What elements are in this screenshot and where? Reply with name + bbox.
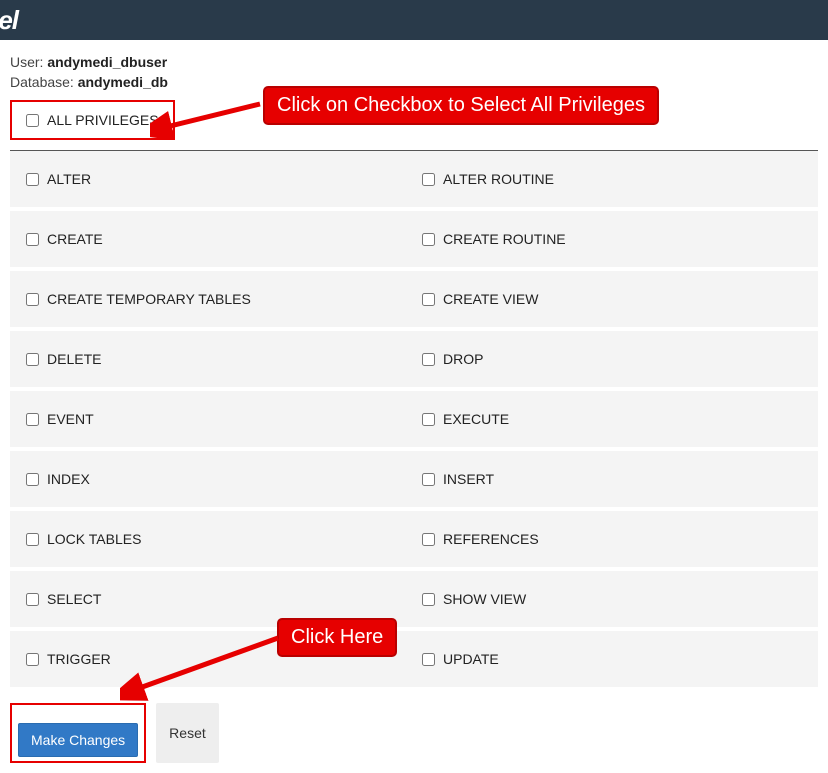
- privilege-checkbox[interactable]: [422, 173, 435, 186]
- privilege-label[interactable]: SELECT: [47, 591, 101, 607]
- make-changes-button[interactable]: Make Changes: [18, 723, 138, 757]
- privilege-checkbox[interactable]: [422, 233, 435, 246]
- privilege-row: LOCK TABLES REFERENCES: [10, 511, 818, 571]
- privilege-label[interactable]: ALTER ROUTINE: [443, 171, 554, 187]
- privilege-checkbox-row[interactable]: REFERENCES: [422, 531, 810, 547]
- privilege-checkbox-row[interactable]: CREATE VIEW: [422, 291, 810, 307]
- all-privileges-highlight: ALL PRIVILEGES: [10, 100, 175, 140]
- privilege-cell: DROP: [414, 351, 810, 367]
- privilege-cell: CREATE ROUTINE: [414, 231, 810, 247]
- content-area: User: andymedi_dbuser Database: andymedi…: [0, 40, 828, 773]
- privilege-label[interactable]: EXECUTE: [443, 411, 509, 427]
- privilege-cell: DELETE: [18, 351, 414, 367]
- privilege-cell: INDEX: [18, 471, 414, 487]
- db-label: Database:: [10, 74, 78, 90]
- privilege-checkbox[interactable]: [26, 353, 39, 366]
- privilege-checkbox[interactable]: [422, 353, 435, 366]
- privilege-checkbox[interactable]: [422, 413, 435, 426]
- privilege-cell: EXECUTE: [414, 411, 810, 427]
- make-changes-highlight: Make Changes: [10, 703, 146, 763]
- privilege-label[interactable]: TRIGGER: [47, 651, 111, 667]
- logo-fragment: anel: [0, 5, 18, 36]
- privilege-cell: ALTER: [18, 171, 414, 187]
- privilege-label[interactable]: SHOW VIEW: [443, 591, 526, 607]
- annotation-callout-2: Click Here: [277, 618, 397, 657]
- privilege-label[interactable]: ALTER: [47, 171, 91, 187]
- privilege-row: SELECT SHOW VIEW: [10, 571, 818, 631]
- privilege-label[interactable]: INSERT: [443, 471, 494, 487]
- privilege-row: INDEX INSERT: [10, 451, 818, 511]
- privilege-checkbox-row[interactable]: INSERT: [422, 471, 810, 487]
- privilege-checkbox[interactable]: [26, 293, 39, 306]
- privilege-checkbox-row[interactable]: CREATE ROUTINE: [422, 231, 810, 247]
- privilege-label[interactable]: CREATE: [47, 231, 103, 247]
- privilege-row: TRIGGER UPDATE: [10, 631, 818, 691]
- privilege-checkbox-row[interactable]: INDEX: [26, 471, 414, 487]
- privilege-checkbox[interactable]: [422, 593, 435, 606]
- privilege-checkbox[interactable]: [26, 233, 39, 246]
- annotation-callout-1: Click on Checkbox to Select All Privileg…: [263, 86, 659, 125]
- privilege-checkbox[interactable]: [26, 653, 39, 666]
- privilege-cell: UPDATE: [414, 651, 810, 667]
- privilege-label[interactable]: CREATE VIEW: [443, 291, 538, 307]
- privilege-cell: CREATE VIEW: [414, 291, 810, 307]
- privilege-checkbox[interactable]: [422, 473, 435, 486]
- privilege-cell: CREATE: [18, 231, 414, 247]
- privilege-checkbox-row[interactable]: SELECT: [26, 591, 414, 607]
- privilege-checkbox-row[interactable]: CREATE: [26, 231, 414, 247]
- privilege-checkbox[interactable]: [26, 593, 39, 606]
- privilege-label[interactable]: CREATE TEMPORARY TABLES: [47, 291, 251, 307]
- privilege-label[interactable]: DELETE: [47, 351, 101, 367]
- privilege-checkbox[interactable]: [422, 533, 435, 546]
- privilege-checkbox-row[interactable]: DELETE: [26, 351, 414, 367]
- user-value: andymedi_dbuser: [47, 54, 167, 70]
- privilege-label[interactable]: REFERENCES: [443, 531, 539, 547]
- db-value: andymedi_db: [78, 74, 168, 90]
- privilege-checkbox[interactable]: [26, 533, 39, 546]
- privilege-checkbox-row[interactable]: ALTER: [26, 171, 414, 187]
- privilege-cell: SHOW VIEW: [414, 591, 810, 607]
- privilege-label[interactable]: CREATE ROUTINE: [443, 231, 566, 247]
- privileges-grid: ALTERALTER ROUTINECREATECREATE ROUTINECR…: [10, 151, 818, 691]
- privilege-row: EVENT EXECUTE: [10, 391, 818, 451]
- privilege-checkbox-row[interactable]: CREATE TEMPORARY TABLES: [26, 291, 414, 307]
- privilege-cell: ALTER ROUTINE: [414, 171, 810, 187]
- privilege-label[interactable]: INDEX: [47, 471, 90, 487]
- button-row: Make Changes Reset: [10, 703, 818, 763]
- privilege-checkbox-row[interactable]: EVENT: [26, 411, 414, 427]
- privilege-label[interactable]: DROP: [443, 351, 483, 367]
- privilege-checkbox-row[interactable]: SHOW VIEW: [422, 591, 810, 607]
- privilege-cell: INSERT: [414, 471, 810, 487]
- privilege-checkbox[interactable]: [26, 173, 39, 186]
- reset-button[interactable]: Reset: [156, 703, 219, 763]
- all-privileges-row[interactable]: ALL PRIVILEGES: [26, 112, 159, 128]
- privilege-checkbox[interactable]: [422, 293, 435, 306]
- privilege-cell: EVENT: [18, 411, 414, 427]
- privilege-checkbox-row[interactable]: DROP: [422, 351, 810, 367]
- privilege-checkbox[interactable]: [26, 413, 39, 426]
- privilege-row: CREATE CREATE ROUTINE: [10, 211, 818, 271]
- privilege-cell: REFERENCES: [414, 531, 810, 547]
- privilege-checkbox[interactable]: [422, 653, 435, 666]
- privilege-label[interactable]: LOCK TABLES: [47, 531, 141, 547]
- privilege-checkbox-row[interactable]: EXECUTE: [422, 411, 810, 427]
- privilege-row: ALTER ALTER ROUTINE: [10, 151, 818, 211]
- privilege-cell: LOCK TABLES: [18, 531, 414, 547]
- privilege-label[interactable]: EVENT: [47, 411, 94, 427]
- privilege-cell: SELECT: [18, 591, 414, 607]
- user-line: User: andymedi_dbuser: [10, 54, 818, 70]
- user-label: User:: [10, 54, 47, 70]
- all-privileges-checkbox[interactable]: [26, 114, 39, 127]
- privilege-row: DELETE DROP: [10, 331, 818, 391]
- privilege-cell: CREATE TEMPORARY TABLES: [18, 291, 414, 307]
- privilege-checkbox-row[interactable]: UPDATE: [422, 651, 810, 667]
- privilege-checkbox[interactable]: [26, 473, 39, 486]
- all-privileges-label[interactable]: ALL PRIVILEGES: [47, 112, 159, 128]
- privilege-label[interactable]: UPDATE: [443, 651, 499, 667]
- privilege-row: CREATE TEMPORARY TABLES CREATE VIEW: [10, 271, 818, 331]
- top-bar: anel: [0, 0, 828, 40]
- privilege-checkbox-row[interactable]: ALTER ROUTINE: [422, 171, 810, 187]
- privilege-checkbox-row[interactable]: LOCK TABLES: [26, 531, 414, 547]
